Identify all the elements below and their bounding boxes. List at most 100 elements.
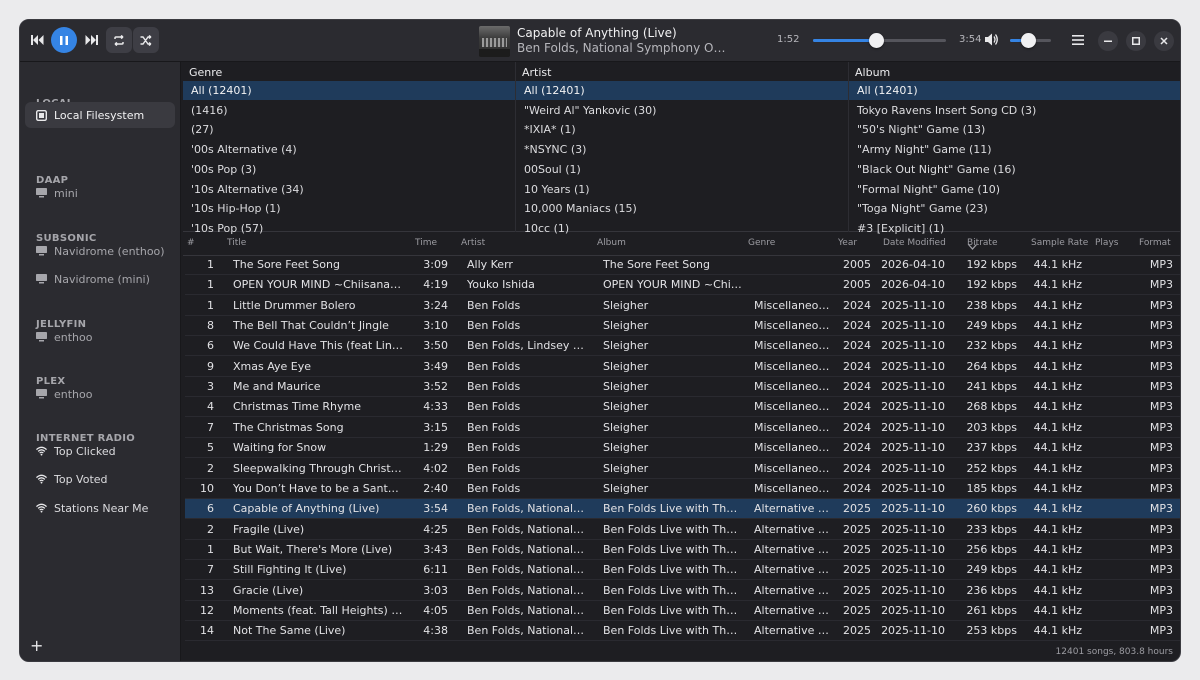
browser-pane-item[interactable]: *IXIA* (1) xyxy=(516,120,848,139)
next-button[interactable] xyxy=(78,27,104,53)
cell-bitrate: 249 kbps xyxy=(966,319,1017,333)
sidebar-item[interactable]: mini xyxy=(25,180,175,206)
table-row[interactable]: 9 Xmas Aye Eye 3:49 Ben Folds Sleigher Miscel… xyxy=(185,357,1180,377)
browser-pane-item[interactable]: *NSYNC (3) xyxy=(516,140,848,159)
table-row[interactable]: 4 Christmas Time Rhyme 4:33 Ben Folds Sleigh… xyxy=(185,397,1180,418)
table-row[interactable]: 1 OPEN YOUR MIND ~Chiisana Hane~ 4:19 Youko… xyxy=(185,275,1180,296)
maximize-icon xyxy=(1132,37,1140,45)
table-row[interactable]: 6 Capable of Anything (Live) 3:54 Ben Folds… xyxy=(185,499,1180,520)
browser-pane-item[interactable]: "Toga Night" Game (23) xyxy=(849,199,1180,218)
browser-pane-item[interactable]: 10,000 Maniacs (15) xyxy=(516,199,848,218)
column-header[interactable]: Artist xyxy=(461,238,485,248)
maximize-button[interactable] xyxy=(1126,31,1146,51)
browser-pane-item[interactable]: '10s Alternative (34) xyxy=(183,180,515,199)
table-row[interactable]: 2 Sleepwalking Through Christmas 4:02 Ben F… xyxy=(185,459,1180,479)
sidebar-item[interactable]: Stations Near Me xyxy=(25,495,175,521)
previous-button[interactable] xyxy=(24,27,50,53)
browser-pane-item[interactable]: "Army Night" Game (11) xyxy=(849,140,1180,159)
cell-time: 4:33 xyxy=(423,400,448,414)
browser-pane-item[interactable]: 00Soul (1) xyxy=(516,160,848,179)
table-row[interactable]: 12 Moments (feat. Tall Heights) (Live) 4:0… xyxy=(185,601,1180,621)
browser-pane-item[interactable]: All (12401) xyxy=(849,81,1180,100)
browser-pane-item[interactable]: "Formal Night" Game (10) xyxy=(849,180,1180,199)
browser-pane-header[interactable]: Artist xyxy=(522,66,551,79)
sidebar-item[interactable]: Navidrome (mini) xyxy=(25,266,175,292)
sidebar-item[interactable]: Top Clicked xyxy=(25,438,175,464)
column-header[interactable]: Time xyxy=(415,238,437,248)
browser-pane-item[interactable]: All (12401) xyxy=(516,81,848,100)
shuffle-button[interactable] xyxy=(133,27,159,53)
volume-icon[interactable] xyxy=(985,33,999,49)
table-row[interactable]: 2 Fragile (Live) 4:25 Ben Folds, National S… xyxy=(185,520,1180,540)
sidebar-item[interactable]: Local Filesystem xyxy=(25,102,175,128)
cell-artist: Ben Folds xyxy=(467,441,521,455)
table-row[interactable]: 7 Still Fighting It (Live) 6:11 Ben Folds, … xyxy=(185,560,1180,581)
browser-pane-header[interactable]: Album xyxy=(855,66,890,79)
table-row[interactable]: 1 Little Drummer Bolero 3:24 Ben Folds Sleig… xyxy=(185,296,1180,316)
close-button[interactable] xyxy=(1154,31,1174,51)
sidebar-item[interactable]: enthoo xyxy=(25,381,175,407)
cell-title: But Wait, There's More (Live) xyxy=(233,542,393,556)
column-header[interactable]: Plays xyxy=(1095,238,1118,248)
column-header[interactable]: Year xyxy=(838,238,857,248)
browser-pane-item[interactable]: Tokyo Ravens Insert Song CD (3) xyxy=(849,101,1180,120)
seek-slider[interactable] xyxy=(813,33,946,48)
repeat-icon xyxy=(114,34,124,46)
cell-: 1 xyxy=(207,258,214,271)
browser-pane-item[interactable]: "Weird Al" Yankovic (30) xyxy=(516,101,848,120)
table-row[interactable]: 14 Not The Same (Live) 4:38 Ben Folds, Nati… xyxy=(185,621,1180,642)
seek-handle[interactable] xyxy=(869,33,885,48)
table-row[interactable]: 13 Gracie (Live) 3:03 Ben Folds, National S… xyxy=(185,581,1180,601)
sidebar-item[interactable]: Navidrome (enthoo) xyxy=(25,238,175,264)
sort-descending-icon[interactable] xyxy=(968,240,977,253)
column-header[interactable]: Genre xyxy=(748,238,775,248)
menu-button[interactable] xyxy=(1065,27,1091,53)
pause-button[interactable] xyxy=(51,27,77,53)
browser-pane-item[interactable]: "50's Night" Game (13) xyxy=(849,120,1180,139)
table-row[interactable]: 1 But Wait, There's More (Live) 3:43 Ben Fo… xyxy=(185,540,1180,560)
cell-album: OPEN YOUR MIND ~Chiisana Hane~ xyxy=(603,278,743,292)
volume-handle[interactable] xyxy=(1020,33,1036,48)
browser-pane-item[interactable]: (1416) xyxy=(183,101,515,120)
cell-time: 4:38 xyxy=(423,624,448,638)
sidebar-item[interactable]: enthoo xyxy=(25,324,175,350)
column-header[interactable]: Sample Rate xyxy=(1031,238,1088,248)
album-art[interactable] xyxy=(479,26,510,57)
table-row[interactable]: 7 The Christmas Song 3:15 Ben Folds Sleigher… xyxy=(185,418,1180,438)
sidebar-item[interactable]: Top Voted xyxy=(25,466,175,492)
cell-date-modified: 2025-11-10 xyxy=(881,603,945,617)
table-row[interactable]: 3 Me and Maurice 3:52 Ben Folds Sleigher Misc… xyxy=(185,377,1180,398)
table-row[interactable]: 8 The Bell That Couldn’t Jingle 3:10 Ben Fo… xyxy=(185,316,1180,337)
column-header[interactable]: Title xyxy=(227,238,246,248)
table-row[interactable]: 10 You Don’t Have to be a Santa Claus 2:40… xyxy=(185,479,1180,499)
sidebar-item-label: Top Voted xyxy=(54,472,108,486)
browser-pane-header[interactable]: Genre xyxy=(189,66,222,79)
volume-slider[interactable] xyxy=(1010,33,1051,48)
cell-date-modified: 2025-11-10 xyxy=(881,319,945,333)
table-row[interactable]: 5 Waiting for Snow 1:29 Ben Folds Sleigher Mi… xyxy=(185,438,1180,459)
cell-: 12 xyxy=(200,603,214,617)
column-header[interactable]: Date Modified xyxy=(883,238,946,248)
column-header[interactable]: Album xyxy=(597,238,626,248)
repeat-button[interactable] xyxy=(106,27,132,53)
cell-year: 2025 xyxy=(843,624,871,638)
column-header[interactable]: # xyxy=(187,238,195,248)
cell-format: MP3 xyxy=(1149,461,1173,475)
browser-pane-item[interactable]: All (12401) xyxy=(183,81,515,100)
table-row[interactable]: 1 The Sore Feet Song 3:09 Ally Kerr The Sore… xyxy=(185,255,1180,275)
cell-format: MP3 xyxy=(1149,278,1173,292)
browser-pane-item[interactable]: '00s Alternative (4) xyxy=(183,140,515,159)
table-row[interactable]: 6 We Could Have This (feat Lindsey Kraft)… xyxy=(185,336,1180,357)
browser-pane-item[interactable]: "Black Out Night" Game (16) xyxy=(849,160,1180,179)
pane-divider[interactable] xyxy=(515,62,516,232)
browser-pane-item[interactable]: '00s Pop (3) xyxy=(183,160,515,179)
minimize-button[interactable] xyxy=(1098,31,1118,51)
browser-pane-item[interactable]: (27) xyxy=(183,120,515,139)
cell-bitrate: 241 kbps xyxy=(966,380,1017,394)
browser-pane-item[interactable]: '10s Hip-Hop (1) xyxy=(183,199,515,218)
column-header[interactable]: Format xyxy=(1139,238,1171,248)
browser-pane-item[interactable]: 10 Years (1) xyxy=(516,180,848,199)
cell-format: MP3 xyxy=(1149,624,1173,638)
cell-format: MP3 xyxy=(1149,400,1173,414)
pane-divider[interactable] xyxy=(848,62,849,232)
